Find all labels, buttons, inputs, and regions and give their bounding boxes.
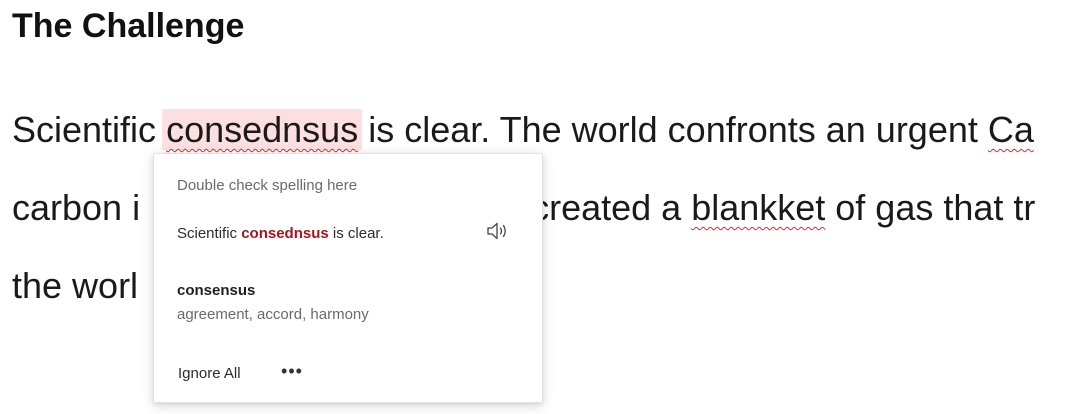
speaker-icon[interactable] (484, 218, 512, 244)
section-heading: The Challenge (12, 7, 245, 45)
misspelled-word-cut[interactable]: Ca (988, 109, 1034, 150)
suggestion-synonyms: agreement, accord, harmony (177, 306, 369, 323)
context-text: is clear. (328, 225, 384, 242)
speaker-icon-glyph (487, 222, 506, 240)
text-segment: created a (531, 187, 692, 228)
spelling-suggestion-card: Double check spelling here Scientific co… (153, 153, 543, 403)
paragraph-line-3: the worl (12, 262, 138, 310)
paragraph-line-1: Scientific consednsus is clear. The worl… (12, 106, 1034, 154)
ignore-all-button[interactable]: Ignore All (178, 365, 241, 382)
suggestion-word: consensus (177, 282, 256, 299)
text-segment: is clear. The world confronts an urgent (358, 109, 988, 150)
text-segment: the worl (12, 265, 139, 306)
context-sentence: Scientific consednsus is clear. (177, 225, 384, 242)
text-segment: Scientific (12, 109, 167, 150)
context-misspelled-word: consednsus (241, 225, 329, 242)
misspelled-word-blankket[interactable]: blankket (691, 187, 825, 228)
context-text: Scientific (177, 225, 242, 242)
misspelled-word-consednsus[interactable]: consednsus (162, 109, 363, 150)
more-options-icon[interactable]: ••• (278, 356, 306, 386)
card-header: Double check spelling here (177, 177, 358, 194)
text-segment: of gas that tr (825, 187, 1036, 228)
suggestion-item[interactable]: consensus agreement, accord, harmony (177, 282, 517, 323)
text-segment: carbon i (12, 187, 141, 228)
